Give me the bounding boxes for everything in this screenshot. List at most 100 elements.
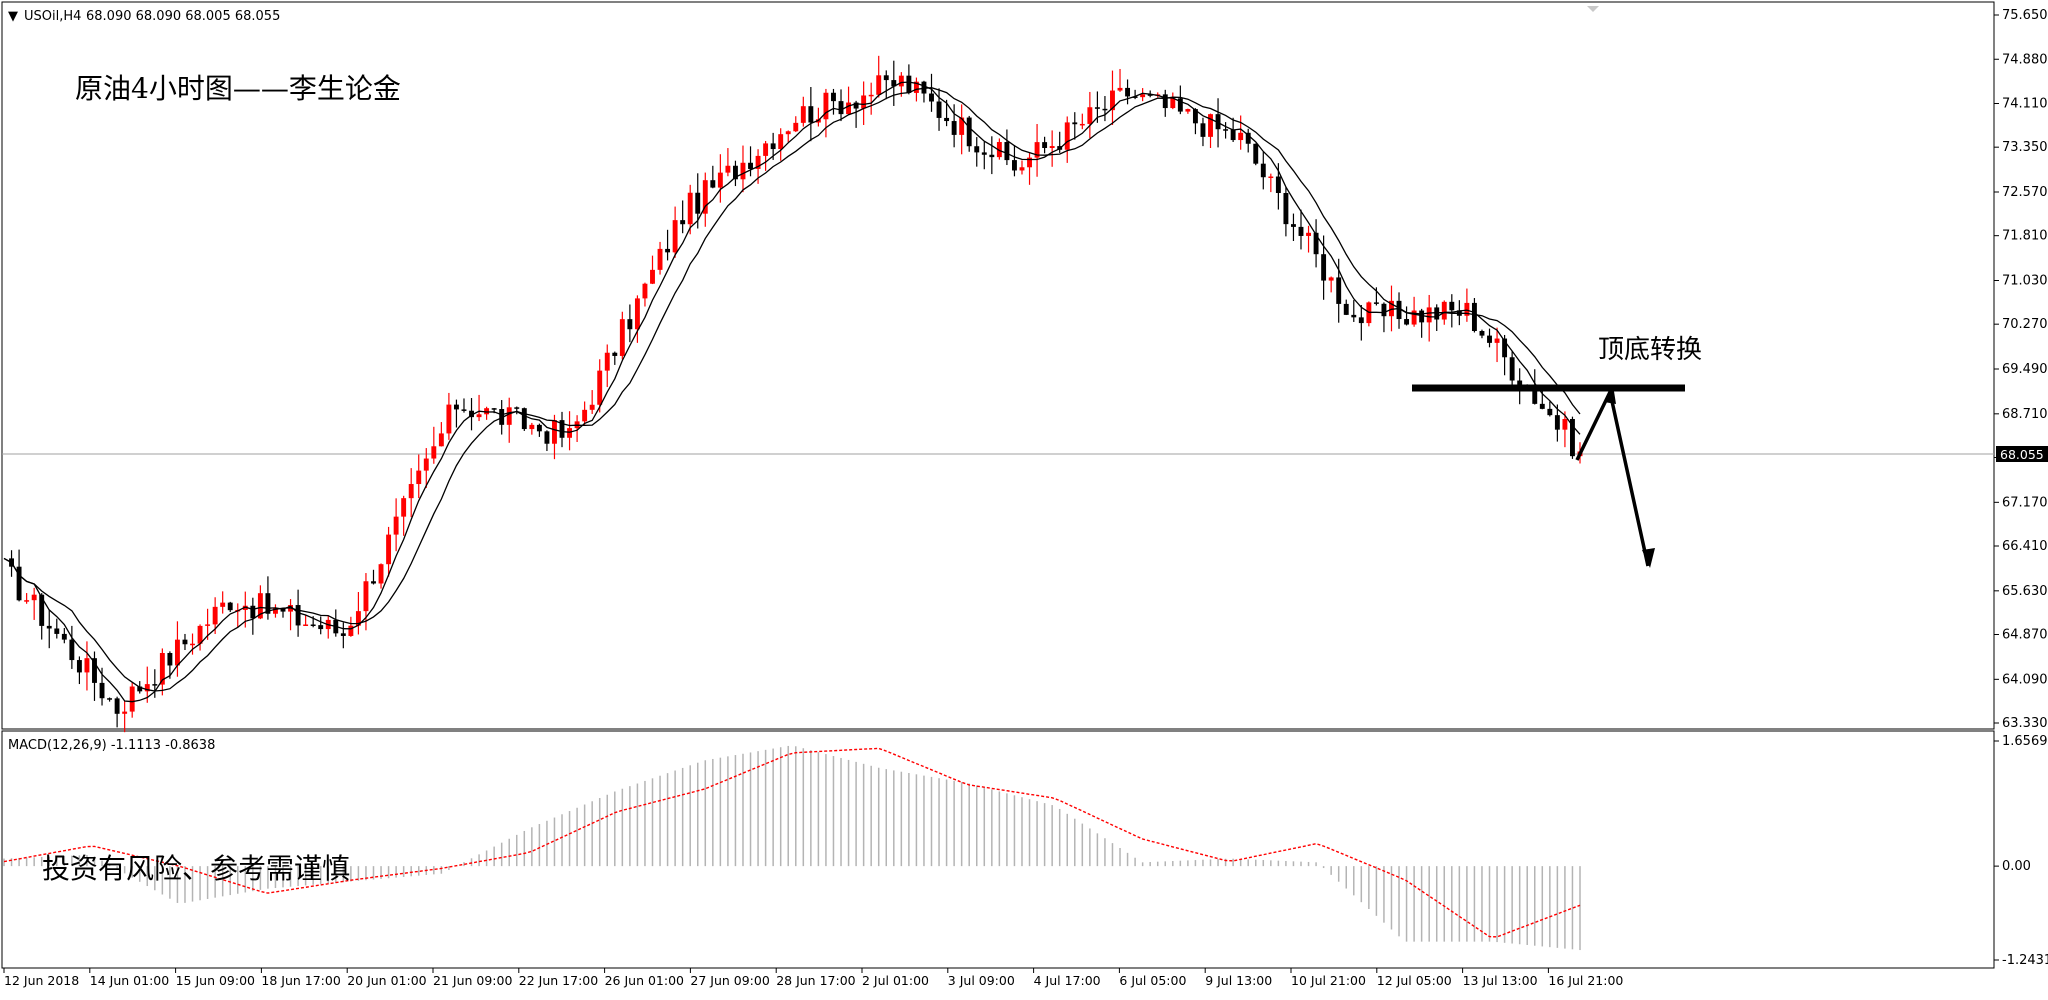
- candle-body: [476, 414, 482, 418]
- price-tick-label: 63.330: [2002, 716, 2048, 731]
- macd-tick-label: 0.00: [2002, 859, 2031, 874]
- candle-body: [619, 319, 625, 356]
- candle-body: [212, 606, 218, 625]
- candle-body: [1298, 226, 1304, 236]
- time-tick-label: 12 Jul 05:00: [1377, 973, 1452, 988]
- candle-body: [793, 122, 799, 132]
- price-tick-label: 65.630: [2002, 584, 2048, 599]
- candle-body: [1238, 132, 1244, 141]
- price-tick-label: 74.110: [2002, 97, 2048, 112]
- candle-body: [1313, 232, 1319, 255]
- candle-body: [650, 269, 655, 284]
- candle-body: [657, 248, 663, 270]
- risk-note: 投资有风险、参考需谨慎: [42, 852, 350, 885]
- time-tick-label: 14 Jun 01:00: [90, 973, 169, 988]
- candle-body: [800, 106, 806, 123]
- candle-body: [174, 639, 180, 666]
- candle-body: [1487, 335, 1492, 343]
- price-tick-label: 64.090: [2002, 672, 2048, 687]
- candle-body: [536, 424, 542, 432]
- candle-body: [604, 352, 610, 371]
- time-tick-label: 20 Jun 01:00: [347, 973, 426, 988]
- candle-body: [506, 407, 512, 425]
- time-tick-label: 15 Jun 09:00: [176, 973, 255, 988]
- candle-body: [1072, 122, 1078, 125]
- candle-body: [303, 624, 309, 626]
- candle-body: [227, 602, 233, 611]
- candle-body: [785, 131, 791, 135]
- candle-body: [1509, 357, 1515, 381]
- candle-body: [1381, 303, 1387, 317]
- candle-body: [1268, 176, 1274, 179]
- candle-body: [966, 117, 972, 147]
- time-tick-label: 10 Jul 21:00: [1291, 973, 1366, 988]
- price-tick-label: 74.880: [2002, 52, 2048, 67]
- candle-body: [61, 633, 67, 640]
- candle-body: [1200, 123, 1206, 137]
- candle-body: [1449, 301, 1455, 311]
- candle-body: [205, 624, 211, 626]
- candle-body: [1102, 108, 1108, 111]
- candle-body: [1306, 232, 1311, 236]
- candle-body: [461, 409, 467, 411]
- candle-body: [1291, 224, 1296, 227]
- candle-body: [929, 93, 934, 102]
- candle-body: [1125, 87, 1131, 97]
- candle-body: [250, 605, 256, 619]
- candle-body: [1570, 419, 1575, 457]
- candle-body: [680, 220, 686, 225]
- candle-body: [634, 298, 640, 330]
- candle-body: [1336, 277, 1342, 304]
- macd-label: MACD(12,26,9) -1.1113 -0.8638: [8, 738, 215, 753]
- candle-body: [725, 165, 731, 173]
- time-tick-label: 18 Jun 17:00: [261, 973, 340, 988]
- candle-body: [974, 146, 980, 153]
- candle-body: [778, 134, 784, 150]
- candle-body: [1094, 107, 1100, 109]
- candle-body: [122, 711, 128, 714]
- price-tick-label: 71.030: [2002, 274, 2048, 289]
- candle-body: [99, 682, 105, 699]
- candle-body: [318, 625, 324, 630]
- candle-body: [1283, 193, 1289, 225]
- candle-body: [951, 121, 957, 135]
- candle-body: [981, 152, 987, 155]
- candle-body: [589, 404, 595, 410]
- time-tick-label: 13 Jul 13:00: [1463, 973, 1538, 988]
- candle-body: [808, 106, 814, 123]
- candle-body: [944, 117, 950, 122]
- candle-body: [838, 101, 844, 115]
- candle-body: [717, 172, 723, 188]
- candle-body: [740, 162, 746, 180]
- candle-body: [1547, 408, 1553, 416]
- candle-body: [1539, 403, 1545, 409]
- candle-body: [1471, 302, 1477, 332]
- candle-body: [220, 602, 226, 607]
- candle-body: [687, 192, 693, 225]
- candle-body: [710, 180, 716, 188]
- candle-body: [1208, 114, 1213, 137]
- candle-body: [386, 534, 392, 565]
- candle-body: [167, 652, 173, 666]
- candle-body: [1441, 301, 1447, 320]
- candle-body: [876, 75, 882, 95]
- candle-body: [1162, 94, 1168, 109]
- candle-body: [114, 698, 120, 714]
- price-tick-label: 68.710: [2002, 407, 2048, 422]
- candle-body: [446, 404, 452, 434]
- price-tick-label: 67.170: [2002, 495, 2048, 510]
- candle-body: [1343, 303, 1349, 315]
- candle-body: [612, 352, 618, 356]
- price-tick-label: 64.870: [2002, 628, 2048, 643]
- candle-body: [401, 498, 407, 517]
- candle-body: [936, 101, 942, 118]
- candle-body: [1404, 319, 1410, 325]
- candle-body: [1275, 176, 1281, 194]
- candle-body: [438, 433, 444, 447]
- candle-body: [1087, 107, 1093, 124]
- candle-body: [748, 162, 753, 169]
- candle-body: [393, 516, 399, 535]
- candle-body: [182, 639, 188, 645]
- candle-body: [582, 409, 588, 422]
- candle-body: [642, 283, 648, 299]
